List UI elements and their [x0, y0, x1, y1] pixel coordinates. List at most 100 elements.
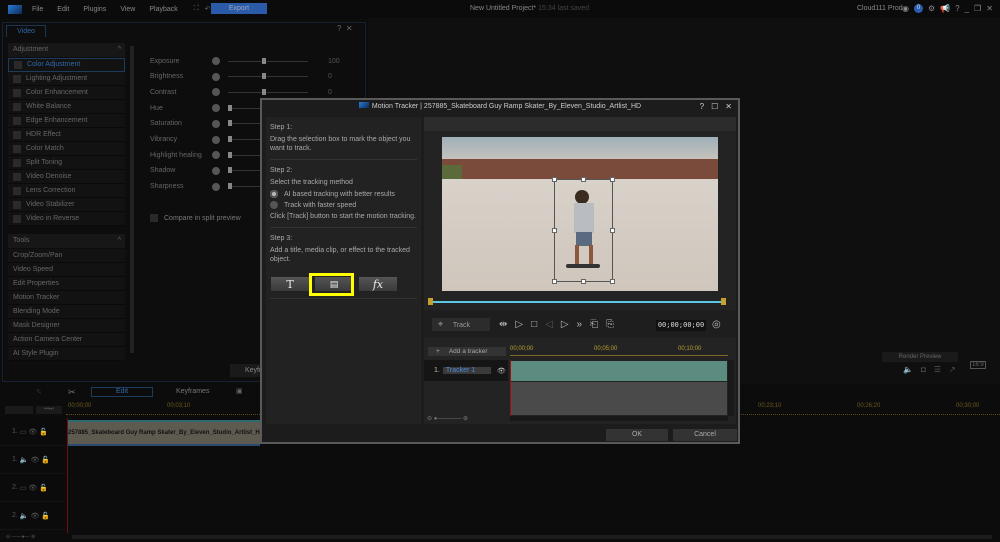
menu-file[interactable]: File: [32, 6, 43, 13]
edit-button[interactable]: Edit: [91, 387, 153, 397]
track-audio-2[interactable]: 2. 🔈 👁 🔓: [0, 502, 66, 530]
tool-item[interactable]: Action Camera Center: [8, 333, 125, 347]
prev-frame-icon[interactable]: ◁: [545, 319, 553, 330]
visibility-eye-icon[interactable]: 👁: [497, 367, 506, 375]
tool-item[interactable]: Crop/Zoom/Pan: [8, 249, 125, 263]
tracker-zoom-slider[interactable]: ⊖ ●———— ⊕: [427, 415, 468, 422]
tracker-ruler[interactable]: 00;00;00 00;05;00 00;10;00: [510, 346, 730, 358]
restore-icon[interactable]: ❐: [974, 4, 981, 13]
add-effect-button[interactable]: fx: [358, 276, 398, 292]
dialog-maximize-icon[interactable]: ☐: [711, 102, 718, 111]
tracker-1-bar[interactable]: [511, 361, 727, 381]
ok-button[interactable]: OK: [606, 429, 668, 441]
preview-toggle-icon[interactable]: ◎: [712, 319, 721, 330]
mark-in-icon[interactable]: ⎗: [590, 319, 598, 330]
fit-icon[interactable]: ▣: [236, 387, 243, 395]
split-scissors-icon[interactable]: ✂: [68, 387, 76, 398]
adjustment-header[interactable]: Adjustment ^: [8, 43, 125, 57]
timecode-display[interactable]: 00;00;00;00: [656, 320, 706, 331]
aspect-ratio-select[interactable]: 16:9: [970, 361, 986, 369]
radio-fast-tracking[interactable]: Track with faster speed: [270, 201, 417, 209]
range-start-handle[interactable]: [428, 298, 433, 305]
track-video-1[interactable]: 1. ▭ 👁 🔓: [0, 418, 66, 446]
announcement-icon[interactable]: 📢: [940, 4, 950, 13]
compare-split-checkbox[interactable]: Compare in split preview: [150, 214, 241, 222]
tool-item[interactable]: Edit Properties: [8, 277, 125, 291]
timeline-zoom-slider[interactable]: ⊖ ——●— ⊕: [6, 534, 62, 540]
checkbox[interactable]: [13, 74, 21, 83]
property-slider[interactable]: [228, 88, 308, 95]
tools-header[interactable]: Tools ^: [8, 234, 125, 248]
checkbox[interactable]: [13, 200, 21, 209]
range-end-handle[interactable]: [721, 298, 726, 305]
keyframe-button[interactable]: Keyframe: [230, 364, 275, 377]
close-icon[interactable]: ✕: [986, 4, 993, 13]
tool-item[interactable]: AI Style Plugin: [8, 347, 125, 361]
adjustment-item[interactable]: Video in Reverse: [8, 212, 125, 226]
tool-item[interactable]: Video Speed: [8, 263, 125, 277]
adjustment-item[interactable]: Video Stabilizer: [8, 198, 125, 212]
fullscreen-icon[interactable]: ⛶: [194, 5, 199, 13]
snapshot-icon[interactable]: ◘: [921, 365, 926, 374]
tracker-row-label[interactable]: 1. Tracker 1 👁: [424, 360, 508, 381]
adjustment-item[interactable]: Lighting Adjustment: [8, 72, 125, 86]
radio-ai-tracking[interactable]: AI based tracking with better results: [270, 190, 417, 198]
fast-forward-icon[interactable]: »: [577, 319, 583, 330]
menu-plugins[interactable]: Plugins: [83, 6, 106, 13]
track-mode-icon[interactable]: ⇹: [499, 319, 507, 330]
render-preview-button[interactable]: Render Preview: [882, 352, 958, 362]
adjustment-item[interactable]: White Balance: [8, 100, 125, 114]
checkbox[interactable]: [14, 61, 22, 69]
adjustment-item[interactable]: Lens Correction: [8, 184, 125, 198]
settings-icon[interactable]: ⚙: [928, 4, 935, 13]
menu-edit[interactable]: Edit: [57, 6, 69, 13]
property-slider[interactable]: [228, 73, 308, 80]
track-video-2[interactable]: 2. ▭ 👁 🔓: [0, 474, 66, 502]
adjustment-item[interactable]: Color Adjustment: [8, 58, 125, 72]
track-audio-1[interactable]: 1. 🔈 👁 🔓: [0, 446, 66, 474]
adjustment-item[interactable]: Edge Enhancement: [8, 114, 125, 128]
tool-item[interactable]: Blending Mode: [8, 305, 125, 319]
checkbox[interactable]: [13, 102, 21, 111]
add-tracker-button[interactable]: + Add a tracker: [428, 347, 506, 356]
adjustment-item[interactable]: HDR Effect: [8, 128, 125, 142]
checkbox[interactable]: [13, 214, 21, 223]
track-button[interactable]: ⌖ Track: [432, 318, 490, 331]
volume-icon[interactable]: 🔈: [903, 365, 913, 374]
timeline-hscrollbar[interactable]: [72, 535, 992, 539]
help-icon[interactable]: ?: [955, 4, 959, 13]
adjustment-item[interactable]: Color Match: [8, 142, 125, 156]
track-manager-button[interactable]: [5, 406, 33, 414]
tool-item[interactable]: Motion Tracker: [8, 291, 125, 305]
notification-badge[interactable]: 0: [913, 4, 923, 13]
dialog-close-icon[interactable]: ✕: [725, 102, 732, 111]
subtitle-icon[interactable]: ☰: [934, 365, 941, 374]
video-frame[interactable]: [442, 137, 718, 291]
tab-video[interactable]: Video: [6, 25, 46, 37]
property-slider[interactable]: [228, 57, 308, 64]
adjustment-item[interactable]: Split Toning: [8, 156, 125, 170]
checkbox[interactable]: [13, 172, 21, 181]
list-scrollbar[interactable]: [130, 46, 134, 353]
adjustment-item[interactable]: Video Denoise: [8, 170, 125, 184]
cancel-button[interactable]: Cancel: [673, 429, 737, 441]
play-icon[interactable]: ▷: [515, 319, 523, 330]
dialog-help-icon[interactable]: ?: [700, 102, 704, 111]
undock-icon[interactable]: ↗: [949, 365, 956, 374]
keyframes-button[interactable]: Keyframes: [176, 388, 209, 395]
checkbox[interactable]: [13, 130, 21, 139]
menu-playback[interactable]: Playback: [149, 6, 177, 13]
selection-box[interactable]: [552, 177, 615, 284]
checkbox[interactable]: [13, 116, 21, 125]
fit-timeline-button[interactable]: ⏮⏭: [36, 406, 62, 414]
account-icon[interactable]: ◉: [902, 4, 909, 13]
checkbox[interactable]: [13, 186, 21, 195]
checkbox[interactable]: [13, 144, 21, 153]
checkbox[interactable]: [13, 88, 21, 97]
export-button[interactable]: Export: [211, 3, 267, 14]
user-name[interactable]: Cloud111 Prod: [857, 5, 903, 12]
panel-help-icon[interactable]: ? ✕: [337, 24, 353, 33]
checkbox[interactable]: [13, 158, 21, 167]
minimize-icon[interactable]: _: [965, 4, 969, 13]
pen-icon[interactable]: ✎: [36, 388, 42, 396]
